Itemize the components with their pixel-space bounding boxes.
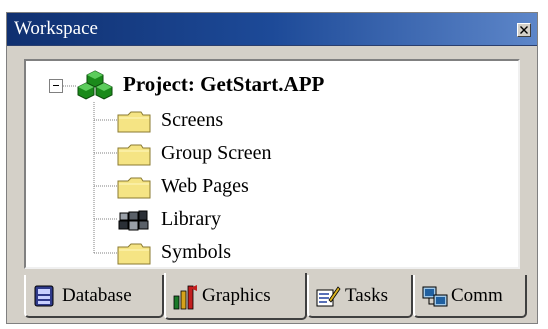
tab-database[interactable]: Database (24, 275, 164, 318)
folder-icon (117, 177, 151, 199)
collapse-toggle[interactable] (49, 79, 63, 93)
tree-item-label: Web Pages (161, 175, 249, 197)
tab-tasks[interactable]: Tasks (307, 275, 413, 318)
folder-icon (117, 111, 151, 133)
window-title: Workspace (14, 18, 98, 39)
tree-item-label: Symbols (161, 241, 232, 263)
tree-item-label: Screens (161, 109, 224, 131)
title-bar[interactable]: Workspace (7, 13, 537, 46)
close-icon (520, 26, 528, 34)
tab-label: Database (62, 285, 132, 306)
tab-label: Comm (451, 285, 503, 306)
tab-graphics[interactable]: Graphics (164, 273, 307, 320)
tree-item-library[interactable]: Library (117, 204, 437, 234)
folder-icon (117, 144, 151, 166)
tree-item-web-pages[interactable]: Web Pages (117, 171, 437, 201)
tree-item-label: Library (161, 208, 221, 230)
database-icon (34, 285, 54, 307)
tree-item-group-screen[interactable]: Group Screen (117, 138, 437, 168)
tab-comm[interactable]: Comm (413, 275, 527, 318)
tree-item-label: Group Screen (161, 142, 272, 164)
tab-label: Tasks (345, 285, 389, 306)
graphics-icon (173, 285, 197, 310)
tasks-icon (316, 286, 341, 307)
workspace-panel: Workspace Project: GetStart.APP Screens … (6, 12, 538, 324)
tree-item-screens[interactable]: Screens (117, 105, 437, 135)
comm-icon (422, 286, 448, 307)
library-icon (118, 210, 149, 231)
close-button[interactable] (517, 23, 531, 37)
project-tree[interactable]: Project: GetStart.APP Screens Group Scre… (24, 59, 520, 269)
tab-label: Graphics (202, 285, 271, 306)
folder-icon (117, 243, 151, 265)
project-icon (77, 70, 113, 100)
workspace-tabbar: Database Graphics Tasks Comm (7, 273, 537, 325)
project-root-label[interactable]: Project: GetStart.APP (123, 72, 324, 96)
tree-item-symbols[interactable]: Symbols (117, 237, 437, 267)
